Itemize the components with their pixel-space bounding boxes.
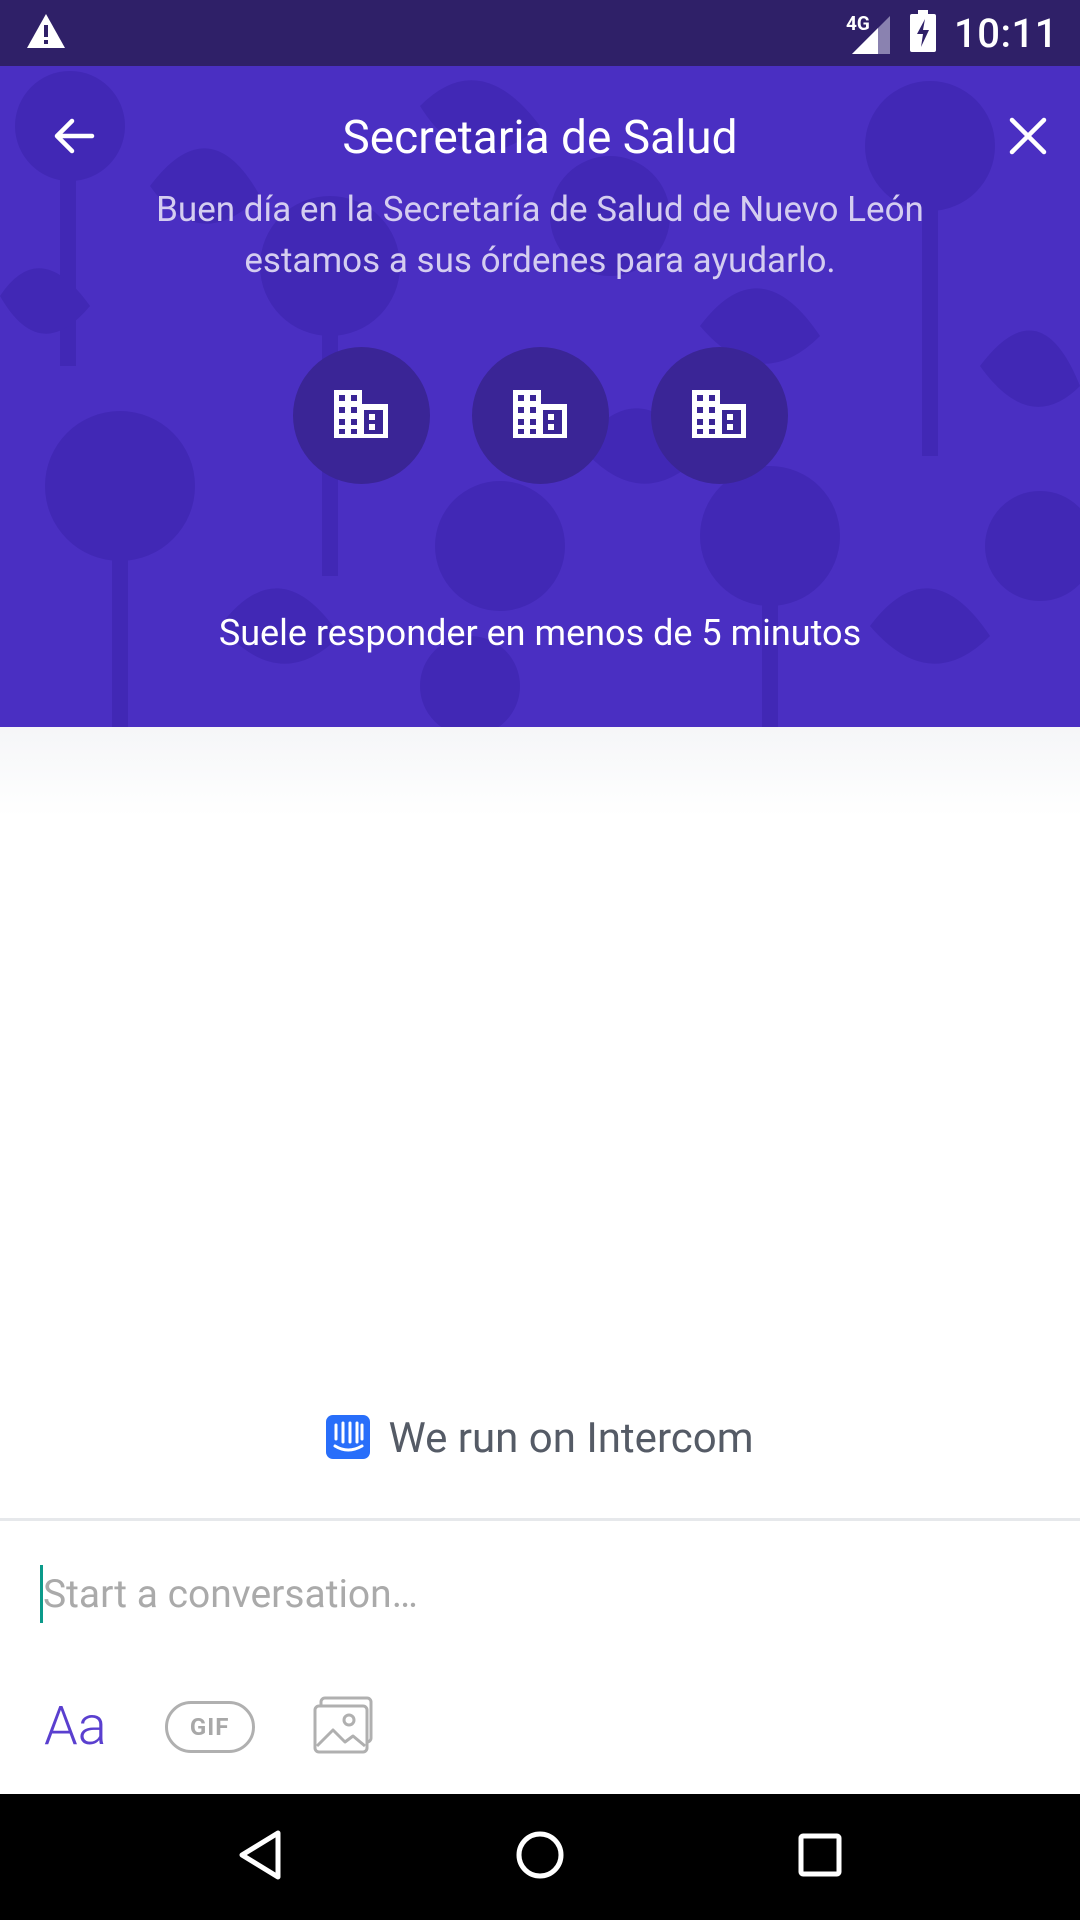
battery-charging-icon (910, 10, 937, 56)
text-format-button[interactable]: Aa (44, 1695, 107, 1758)
team-header: Secretaria de Salud Buen día en la Secre… (0, 66, 1080, 727)
status-bar: 4G 10:11 (0, 0, 1080, 66)
gif-button[interactable]: GIF (164, 1700, 255, 1753)
message-input-placeholder: Start a conversation… (43, 1571, 418, 1617)
team-title: Secretaria de Salud (342, 111, 738, 165)
signal-icon: 4G (846, 10, 892, 56)
powered-by-intercom[interactable]: We run on Intercom (0, 1414, 1080, 1463)
team-avatars (0, 347, 1080, 484)
message-input[interactable]: Start a conversation… (40, 1559, 1040, 1629)
close-icon (1006, 114, 1050, 162)
powered-by-text: We run on Intercom (388, 1414, 754, 1463)
image-button[interactable] (313, 1696, 375, 1758)
close-button[interactable] (980, 90, 1076, 186)
intercom-logo-icon (326, 1414, 371, 1463)
team-avatar (650, 347, 788, 484)
nav-home-button[interactable] (490, 1807, 590, 1907)
building-icon (334, 389, 388, 442)
composer: Start a conversation… Aa GIF (0, 1521, 1080, 1794)
back-triangle-icon (236, 1829, 284, 1885)
nav-back-button[interactable] (210, 1807, 310, 1907)
team-intro: Buen día en la Secretaría de Salud de Nu… (156, 189, 924, 281)
conversation-area[interactable] (0, 727, 1080, 1518)
team-avatar (471, 347, 609, 484)
warning-icon (26, 13, 66, 53)
building-icon (513, 389, 567, 442)
building-icon (692, 389, 746, 442)
team-avatar (292, 347, 430, 484)
home-circle-icon (515, 1830, 565, 1884)
status-time: 10:11 (954, 9, 1058, 57)
nav-recents-button[interactable] (770, 1807, 870, 1907)
image-icon (313, 1696, 375, 1758)
response-time: Suele responder en menos de 5 minutos (218, 612, 862, 654)
system-navigation-bar (0, 1794, 1080, 1920)
composer-tools: Aa GIF (44, 1695, 375, 1758)
recents-square-icon (797, 1832, 843, 1882)
